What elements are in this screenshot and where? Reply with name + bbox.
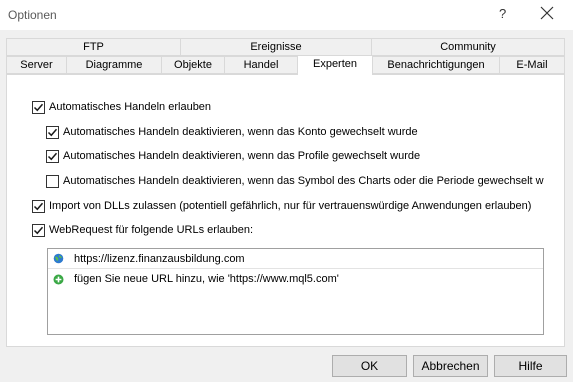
option-label: WebRequest für folgende URLs erlauben: xyxy=(49,224,254,236)
globe-icon xyxy=(53,253,64,264)
option-allow-dll-import[interactable]: Import von DLLs zulassen (potentiell gef… xyxy=(32,198,531,214)
tab-label: Experten xyxy=(312,58,358,70)
plus-circle-icon xyxy=(53,274,64,285)
url-list[interactable]: https://lizenz.finanzausbildung.com füge… xyxy=(47,248,544,335)
checkbox-checked-icon[interactable] xyxy=(32,199,45,213)
tab-experten[interactable]: Experten xyxy=(297,55,373,75)
option-label: Automatisches Handeln deaktivieren, wenn… xyxy=(63,150,421,162)
window-title: Optionen xyxy=(8,8,57,22)
title-bar: Optionen ? xyxy=(0,0,573,30)
checkbox-checked-icon[interactable] xyxy=(32,100,45,114)
tab-objekte[interactable]: Objekte xyxy=(161,56,225,74)
add-url-hint: fügen Sie neue URL hinzu, wie 'https://w… xyxy=(74,273,339,285)
close-icon[interactable] xyxy=(540,6,560,24)
add-url-row[interactable]: fügen Sie neue URL hinzu, wie 'https://w… xyxy=(48,269,543,289)
checkbox-unchecked-icon[interactable] xyxy=(46,174,59,188)
tab-label: Benachrichtigungen xyxy=(387,59,485,71)
tab-label: Community xyxy=(440,41,496,53)
help-icon[interactable]: ? xyxy=(499,6,506,21)
url-text: https://lizenz.finanzausbildung.com xyxy=(74,252,245,265)
option-label: Automatisches Handeln deaktivieren, wenn… xyxy=(63,126,418,138)
tab-benachrichtigungen[interactable]: Benachrichtigungen xyxy=(372,56,500,74)
tab-email[interactable]: E-Mail xyxy=(499,56,565,74)
option-disable-on-symbol-change[interactable]: Automatisches Handeln deaktivieren, wenn… xyxy=(46,173,544,189)
cancel-button[interactable]: Abbrechen xyxy=(413,355,488,377)
tab-label: E-Mail xyxy=(516,59,548,71)
checkbox-checked-icon[interactable] xyxy=(46,149,59,163)
checkbox-checked-icon[interactable] xyxy=(46,125,59,139)
option-disable-on-account-change[interactable]: Automatisches Handeln deaktivieren, wenn… xyxy=(46,124,418,140)
option-label: Automatisches Handeln deaktivieren, wenn… xyxy=(63,175,544,187)
option-allow-auto-trading[interactable]: Automatisches Handeln erlauben xyxy=(32,99,211,115)
tab-label: Handel xyxy=(243,59,279,71)
tab-label: Diagramme xyxy=(85,59,143,71)
ok-button[interactable]: OK xyxy=(332,355,407,377)
tab-community[interactable]: Community xyxy=(371,38,565,56)
url-list-item[interactable]: https://lizenz.finanzausbildung.com xyxy=(48,249,543,269)
tab-diagramme[interactable]: Diagramme xyxy=(66,56,162,74)
tab-label: Server xyxy=(20,59,53,71)
tab-label: Ereignisse xyxy=(250,41,302,53)
tab-ereignisse[interactable]: Ereignisse xyxy=(180,38,372,56)
help-button[interactable]: Hilfe xyxy=(494,355,567,377)
option-label: Import von DLLs zulassen (potentiell gef… xyxy=(49,200,532,212)
tab-ftp[interactable]: FTP xyxy=(6,38,181,56)
tab-server[interactable]: Server xyxy=(6,56,67,74)
option-allow-webrequest[interactable]: WebRequest für folgende URLs erlauben: xyxy=(32,222,253,238)
tab-handel[interactable]: Handel xyxy=(224,56,298,74)
option-label: Automatisches Handeln erlauben xyxy=(49,101,212,113)
option-disable-on-profile-change[interactable]: Automatisches Handeln deaktivieren, wenn… xyxy=(46,148,420,164)
tab-label: Objekte xyxy=(174,59,212,71)
tab-label: FTP xyxy=(83,41,104,53)
checkbox-checked-icon[interactable] xyxy=(32,223,45,237)
